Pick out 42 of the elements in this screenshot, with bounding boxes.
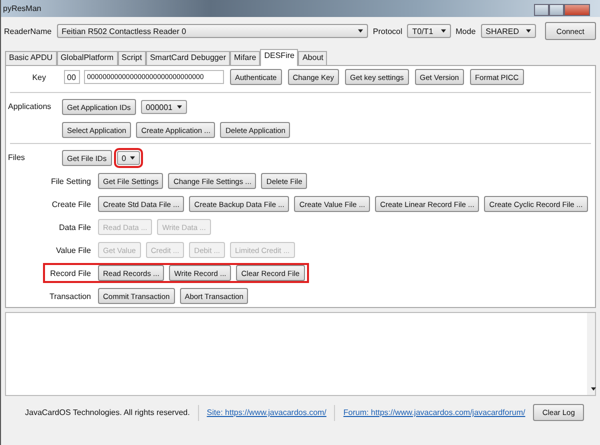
caret-icon [526,29,531,33]
dropdown[interactable]: Feitian R502 Contactless Reader 0 [56,24,368,38]
window-title: pyResMan [2,4,42,13]
field-label: Key [31,72,46,82]
tab[interactable]: GlobalPlatform [56,51,118,65]
tab[interactable]: DESFire [260,49,298,66]
caret-icon [358,29,363,33]
caret-icon [590,387,596,391]
row-label: File Setting [50,176,91,186]
tab[interactable]: Basic APDU [5,51,57,65]
site-link[interactable]: Site: https://www.javacardos.com/ [206,408,326,417]
tab[interactable]: About [298,51,328,65]
key-number-field[interactable]: 00 [64,70,80,84]
dropdown[interactable]: SHARED [480,24,536,38]
caret-icon [176,105,182,109]
dropdown[interactable]: 000001 [140,100,186,114]
caret-icon [130,156,136,160]
dropdown[interactable]: 0 [116,151,140,165]
section-label: Applications [7,101,52,113]
maximize-button[interactable] [549,4,564,16]
dropdown[interactable]: T0/T1 [407,24,451,38]
row-label: Transaction [48,292,91,300]
dropdown-value: Feitian R502 Contactless Reader 0 [62,26,186,36]
row-label: Value File [55,246,91,254]
copyright-text: JavaCardOS Technologies. All rights reserved. [25,408,190,417]
row-label: Create File [50,200,91,208]
forum-link[interactable]: Forum: https://www.javacardos.com/javacardforum/ [343,408,526,417]
dropdown-value: 0 [122,154,126,162]
row-label: Data File [58,222,91,232]
minimize-button[interactable] [534,4,549,16]
tab[interactable]: Mifare [230,51,260,65]
tab[interactable]: Script [118,51,146,65]
row-label: Record File [49,268,91,278]
caret-icon [440,29,446,33]
dropdown-value: T0/T1 [412,26,434,36]
dropdown-value: SHARED [486,26,519,36]
close-button[interactable] [564,4,590,16]
tab[interactable]: SmartCard Debugger [146,51,230,65]
field-label: Mode [456,26,476,36]
dropdown-value: 000001 [146,102,172,112]
field-label: ReaderName [4,26,52,36]
field-label: Protocol [372,26,402,36]
